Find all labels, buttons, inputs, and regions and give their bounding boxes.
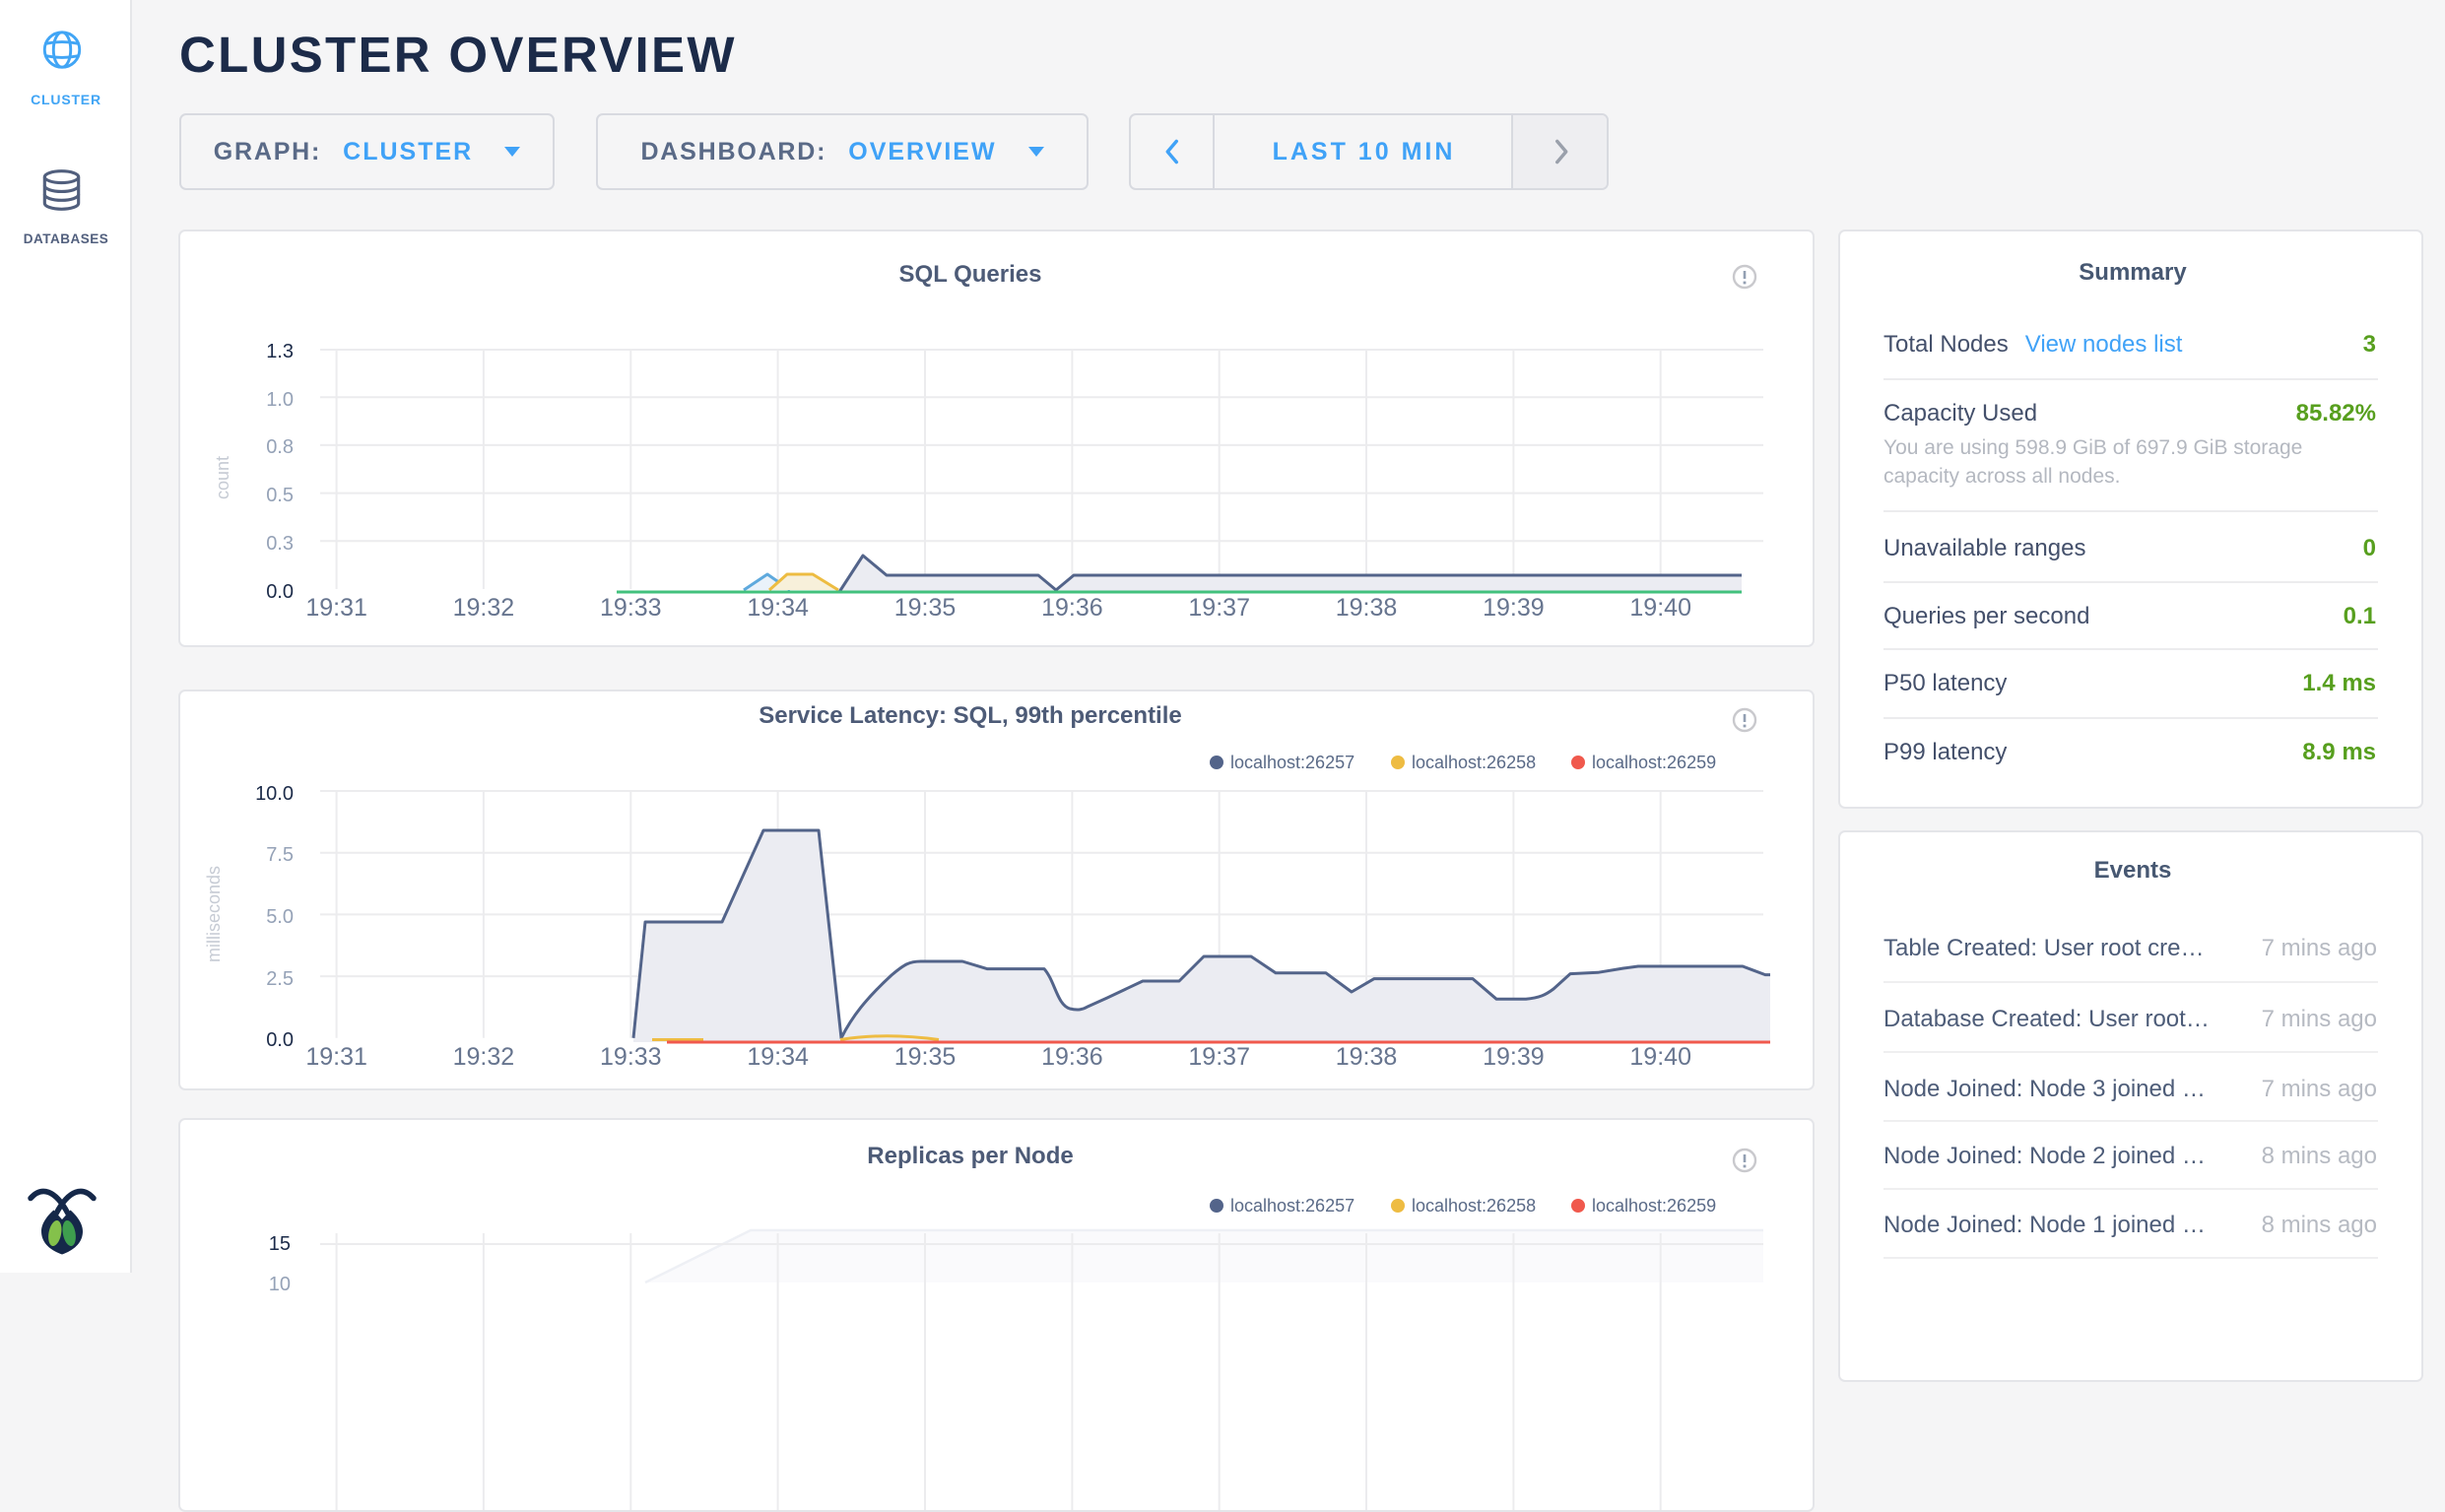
svg-text:10.0: 10.0 — [255, 783, 294, 805]
svg-text:19:34: 19:34 — [747, 594, 809, 622]
svg-text:0.0: 0.0 — [266, 581, 294, 603]
svg-text:localhost:26258: localhost:26258 — [1412, 1196, 1536, 1216]
svg-text:19:38: 19:38 — [1336, 594, 1398, 622]
svg-text:1.3: 1.3 — [266, 341, 294, 362]
svg-text:10: 10 — [269, 1274, 291, 1295]
svg-text:19:38: 19:38 — [1336, 1043, 1398, 1071]
svg-text:19:32: 19:32 — [453, 1043, 515, 1071]
svg-text:19:36: 19:36 — [1041, 1043, 1103, 1071]
svg-text:count: count — [213, 456, 232, 499]
svg-text:19:40: 19:40 — [1629, 594, 1691, 622]
svg-text:localhost:26257: localhost:26257 — [1230, 753, 1355, 772]
svg-text:1.0: 1.0 — [266, 389, 294, 411]
svg-text:SQL Queries: SQL Queries — [899, 261, 1042, 288]
svg-text:19:33: 19:33 — [600, 1043, 662, 1071]
svg-text:19:34: 19:34 — [747, 1043, 809, 1071]
svg-text:19:31: 19:31 — [305, 594, 367, 622]
svg-text:19:39: 19:39 — [1483, 1043, 1545, 1071]
svg-text:Service Latency: SQL, 99th per: Service Latency: SQL, 99th percentile — [759, 702, 1182, 729]
svg-text:0.3: 0.3 — [266, 533, 294, 555]
svg-text:0.0: 0.0 — [266, 1029, 294, 1051]
svg-text:19:31: 19:31 — [305, 1043, 367, 1071]
svg-text:19:35: 19:35 — [894, 1043, 957, 1071]
svg-text:19:37: 19:37 — [1188, 1043, 1250, 1071]
svg-text:milliseconds: milliseconds — [204, 866, 224, 962]
svg-text:0.8: 0.8 — [266, 436, 294, 458]
svg-text:19:37: 19:37 — [1188, 594, 1250, 622]
svg-text:Replicas per Node: Replicas per Node — [867, 1143, 1073, 1169]
svg-text:19:35: 19:35 — [894, 594, 957, 622]
svg-text:5.0: 5.0 — [266, 906, 294, 928]
svg-text:19:40: 19:40 — [1629, 1043, 1691, 1071]
svg-text:0.5: 0.5 — [266, 485, 294, 506]
svg-text:19:36: 19:36 — [1041, 594, 1103, 622]
svg-text:7.5: 7.5 — [266, 844, 294, 866]
svg-text:19:39: 19:39 — [1483, 594, 1545, 622]
svg-text:19:33: 19:33 — [600, 594, 662, 622]
svg-text:15: 15 — [269, 1233, 291, 1255]
svg-text:localhost:26259: localhost:26259 — [1592, 753, 1716, 772]
svg-text:localhost:26257: localhost:26257 — [1230, 1196, 1355, 1216]
svg-text:2.5: 2.5 — [266, 968, 294, 990]
svg-text:localhost:26258: localhost:26258 — [1412, 753, 1536, 772]
svg-text:19:32: 19:32 — [453, 594, 515, 622]
svg-text:localhost:26259: localhost:26259 — [1592, 1196, 1716, 1216]
